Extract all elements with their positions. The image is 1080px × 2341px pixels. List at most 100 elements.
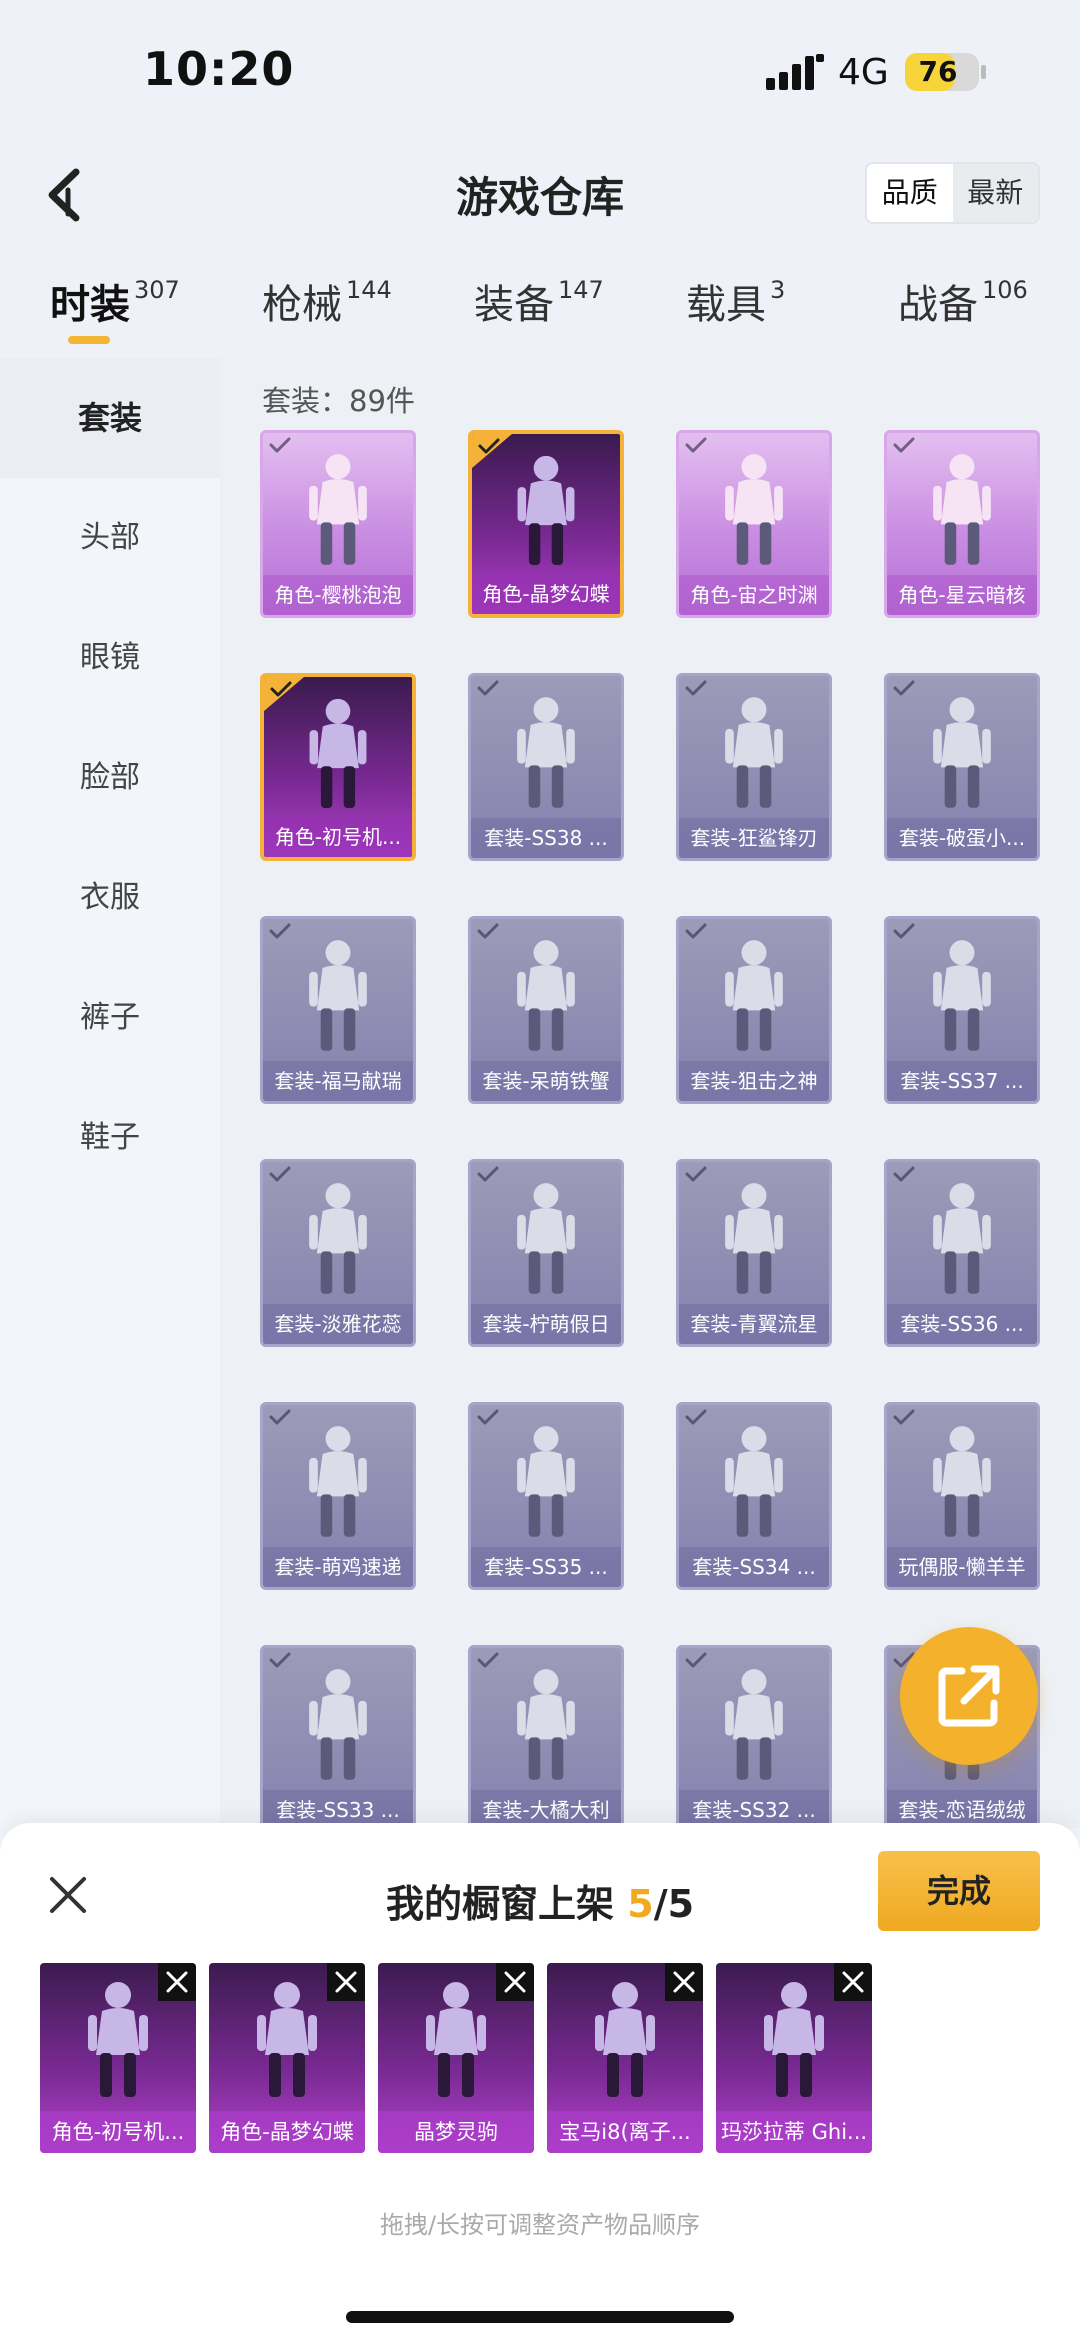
home-indicator bbox=[346, 2311, 734, 2323]
remove-icon[interactable] bbox=[158, 1963, 196, 2001]
sort-quality-button[interactable]: 品质 bbox=[867, 164, 953, 222]
showcase-slot[interactable]: 晶梦灵驹 bbox=[378, 1963, 534, 2153]
item-card[interactable]: 套装-青翼流星 bbox=[676, 1159, 832, 1347]
item-card[interactable]: 套装-SS37 ... bbox=[884, 916, 1040, 1104]
remove-icon[interactable] bbox=[496, 1963, 534, 2001]
check-icon bbox=[685, 437, 707, 453]
tab-count: 147 bbox=[558, 276, 604, 304]
item-label: 套装-柠萌假日 bbox=[471, 1304, 621, 1344]
item-card[interactable]: 套装-破蛋小... bbox=[884, 673, 1040, 861]
battery-icon: 76 bbox=[905, 53, 979, 91]
sidebar-item-shoes[interactable]: 鞋子 bbox=[0, 1078, 220, 1198]
check-icon bbox=[685, 1166, 707, 1182]
sheet-title-text: 我的橱窗上架 bbox=[385, 1882, 614, 1926]
item-card[interactable]: 角色-宙之时渊 bbox=[676, 430, 832, 618]
item-label: 套装-萌鸡速递 bbox=[263, 1547, 413, 1587]
item-card[interactable]: 套装-SS38 ... bbox=[468, 673, 624, 861]
signal-icon bbox=[766, 54, 824, 90]
item-label: 角色-樱桃泡泡 bbox=[263, 575, 413, 615]
battery-nub bbox=[981, 65, 986, 79]
item-card[interactable]: 角色-星云暗核 bbox=[884, 430, 1040, 618]
item-card[interactable]: 角色-晶梦幻蝶 bbox=[468, 430, 624, 618]
tab-guns[interactable]: 枪械 144 bbox=[262, 272, 392, 352]
tab-count: 106 bbox=[982, 276, 1028, 304]
check-icon bbox=[893, 1409, 915, 1425]
check-icon bbox=[269, 1409, 291, 1425]
remove-icon[interactable] bbox=[665, 1963, 703, 2001]
sidebar-item-glasses[interactable]: 眼镜 bbox=[0, 598, 220, 718]
remove-icon[interactable] bbox=[834, 1963, 872, 2001]
tab-equipment[interactable]: 装备 147 bbox=[474, 272, 604, 352]
sidebar: 套装 头部 眼镜 脸部 衣服 裤子 鞋子 bbox=[0, 358, 220, 1828]
item-label: 套装-SS38 ... bbox=[471, 818, 621, 858]
item-label: 套装-淡雅花蕊 bbox=[263, 1304, 413, 1344]
header: 游戏仓库 品质 最新 bbox=[0, 140, 1080, 262]
item-card[interactable]: 套装-SS33 ... bbox=[260, 1645, 416, 1828]
tab-label: 装备 bbox=[474, 282, 554, 328]
reorder-hint: 拖拽/长按可调整资产物品顺序 bbox=[379, 2211, 701, 2239]
item-card[interactable]: 套装-狙击之神 bbox=[676, 916, 832, 1104]
item-card[interactable]: 套装-SS34 ... bbox=[676, 1402, 832, 1590]
check-icon bbox=[477, 923, 499, 939]
tab-label: 战备 bbox=[898, 282, 978, 328]
item-label: 套装-SS36 ... bbox=[887, 1304, 1037, 1344]
remove-icon[interactable] bbox=[327, 1963, 365, 2001]
sidebar-item-pants[interactable]: 裤子 bbox=[0, 958, 220, 1078]
item-card[interactable]: 套装-福马献瑞 bbox=[260, 916, 416, 1104]
sidebar-item-clothes[interactable]: 衣服 bbox=[0, 838, 220, 958]
check-icon bbox=[269, 437, 291, 453]
item-label: 角色-晶梦幻蝶 bbox=[472, 574, 620, 614]
tab-vehicles[interactable]: 载具 3 bbox=[686, 272, 785, 352]
slot-label: 角色-晶梦幻蝶 bbox=[209, 2111, 365, 2153]
item-label: 套装-SS35 ... bbox=[471, 1547, 621, 1587]
check-icon bbox=[685, 1652, 707, 1668]
sidebar-item-suit[interactable]: 套装 bbox=[0, 358, 220, 478]
item-card[interactable]: 套装-SS32 ... bbox=[676, 1645, 832, 1828]
sidebar-item-face[interactable]: 脸部 bbox=[0, 718, 220, 838]
item-card[interactable]: 角色-樱桃泡泡 bbox=[260, 430, 416, 618]
check-icon bbox=[893, 1166, 915, 1182]
check-icon bbox=[893, 680, 915, 696]
category-tabs: 时装 307 枪械 144 装备 147 载具 3 战备 106 bbox=[0, 262, 1080, 358]
item-card[interactable]: 套装-柠萌假日 bbox=[468, 1159, 624, 1347]
item-card[interactable]: 套装-淡雅花蕊 bbox=[260, 1159, 416, 1347]
item-card[interactable]: 套装-SS36 ... bbox=[884, 1159, 1040, 1347]
network-type: 4G bbox=[838, 52, 889, 93]
item-label: 套装-狂鲨锋刃 bbox=[679, 818, 829, 858]
slot-label: 晶梦灵驹 bbox=[378, 2111, 534, 2153]
check-icon bbox=[477, 1166, 499, 1182]
item-label: 套装-青翼流星 bbox=[679, 1304, 829, 1344]
suit-count: 套装：89件 bbox=[262, 384, 415, 418]
sort-newest-button[interactable]: 最新 bbox=[953, 164, 1039, 222]
showcase-slot[interactable]: 宝马i8(离子... bbox=[547, 1963, 703, 2153]
tab-label: 载具 bbox=[686, 282, 766, 328]
item-card[interactable]: 套装-萌鸡速递 bbox=[260, 1402, 416, 1590]
check-icon bbox=[477, 1409, 499, 1425]
item-card[interactable]: 角色-初号机... bbox=[260, 673, 416, 861]
item-card[interactable]: 玩偶服-懒羊羊 bbox=[884, 1402, 1040, 1590]
item-label: 套装-破蛋小... bbox=[887, 818, 1037, 858]
check-icon bbox=[269, 1166, 291, 1182]
showcase-slot[interactable]: 角色-晶梦幻蝶 bbox=[209, 1963, 365, 2153]
status-bar: 10:20 4G 76 bbox=[0, 0, 1080, 140]
done-button[interactable]: 完成 bbox=[878, 1851, 1040, 1931]
slot-label: 角色-初号机... bbox=[40, 2111, 196, 2153]
slot-label: 宝马i8(离子... bbox=[547, 2111, 703, 2153]
item-card[interactable]: 套装-SS35 ... bbox=[468, 1402, 624, 1590]
sort-toggle: 品质 最新 bbox=[865, 162, 1040, 224]
sidebar-item-head[interactable]: 头部 bbox=[0, 478, 220, 598]
check-icon bbox=[685, 923, 707, 939]
check-icon bbox=[477, 680, 499, 696]
showcase-total-count: /5 bbox=[653, 1882, 695, 1926]
share-button[interactable] bbox=[900, 1627, 1038, 1765]
item-card[interactable]: 套装-呆萌铁蟹 bbox=[468, 916, 624, 1104]
item-card[interactable]: 套装-大橘大利 bbox=[468, 1645, 624, 1828]
item-card[interactable]: 套装-狂鲨锋刃 bbox=[676, 673, 832, 861]
showcase-sheet: 我的橱窗上架 5/5 完成 角色-初号机... 角色-晶梦幻蝶 晶梦灵驹 宝马i8(离… bbox=[0, 1823, 1080, 2341]
battery-level: 76 bbox=[918, 55, 958, 88]
showcase-slot[interactable]: 玛莎拉蒂 Ghi... bbox=[716, 1963, 872, 2153]
item-label: 套装-福马献瑞 bbox=[263, 1061, 413, 1101]
check-icon bbox=[685, 680, 707, 696]
tab-supplies[interactable]: 战备 106 bbox=[898, 272, 1028, 352]
showcase-slot[interactable]: 角色-初号机... bbox=[40, 1963, 196, 2153]
